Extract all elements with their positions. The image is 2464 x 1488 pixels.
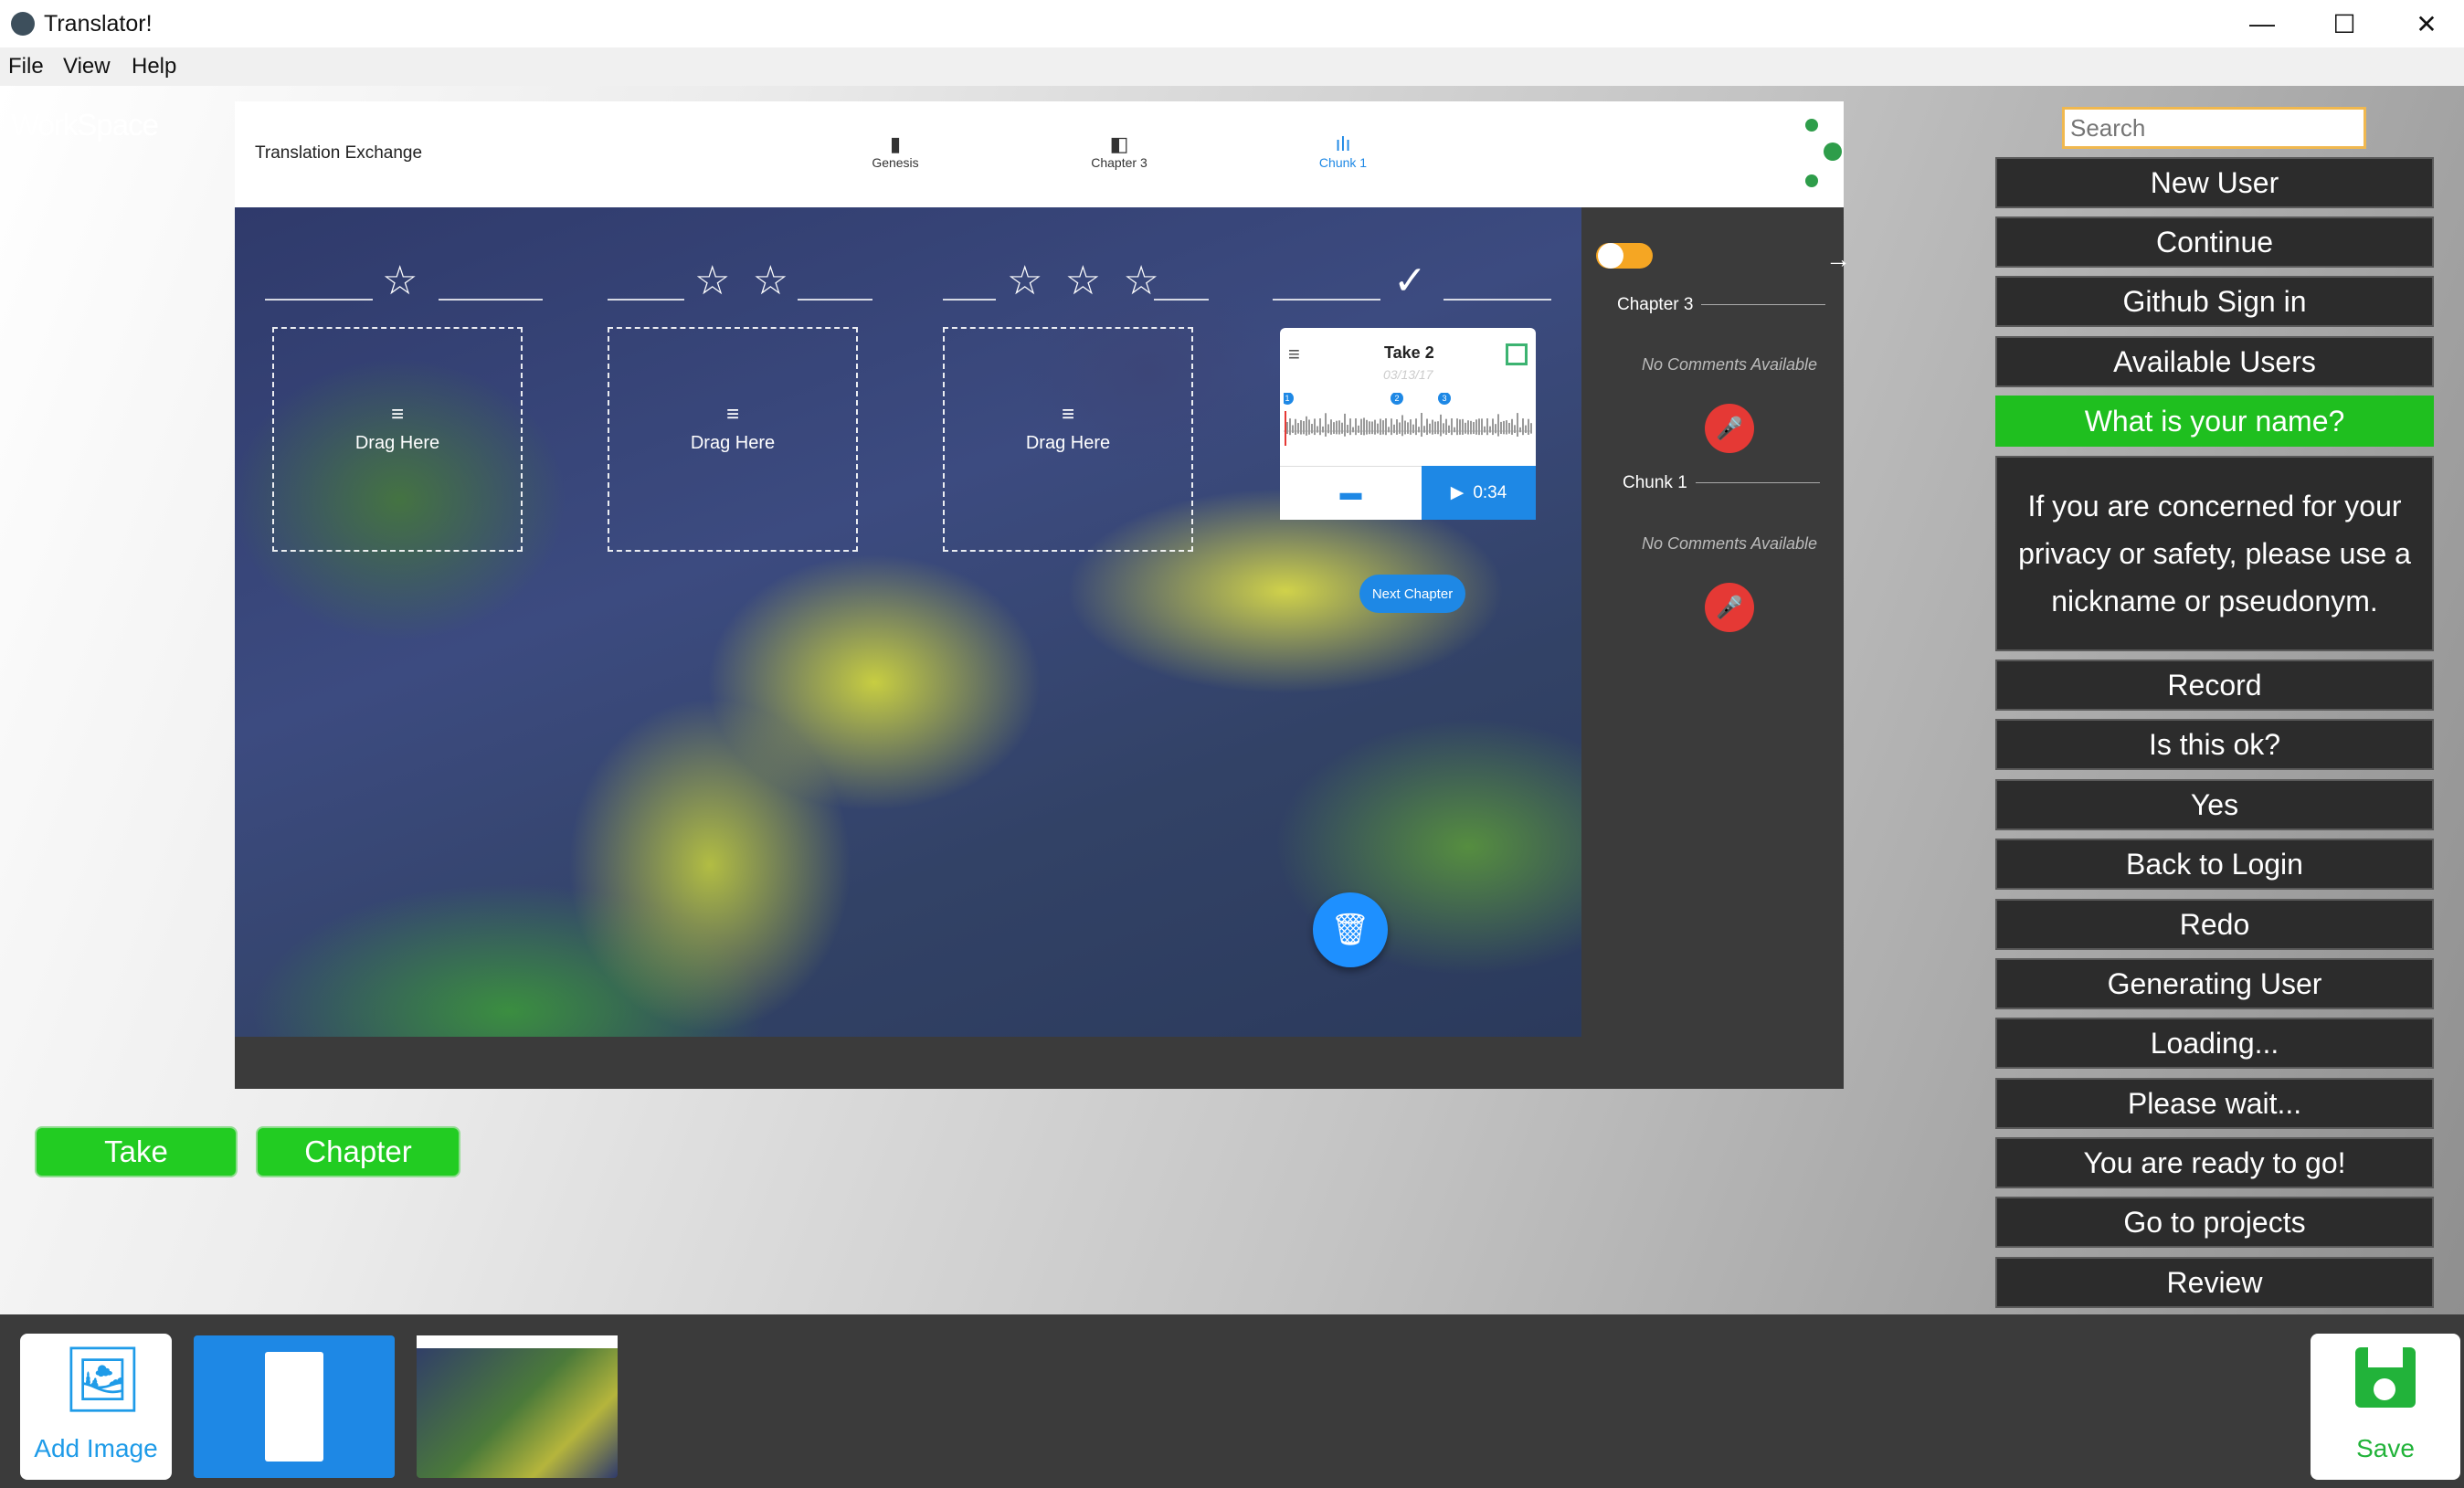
side-button[interactable]: Go to projects [1995,1197,2434,1248]
status-dot [1805,119,1818,132]
drop-label: Drag Here [354,433,440,453]
chapter-tag-button[interactable]: Chapter [256,1126,460,1177]
menu-help[interactable]: Help [132,54,176,79]
side-button[interactable]: Please wait... [1995,1078,2434,1129]
drop-zone-1[interactable]: ≡ Drag Here [272,327,523,552]
side-button[interactable]: Github Sign in [1995,276,2434,327]
divider [439,299,543,301]
save-label: Save [2356,1434,2415,1462]
next-chapter-button[interactable]: Next Chapter [1359,575,1465,613]
drag-handle-icon[interactable]: ≡ [1288,343,1300,366]
play-icon: ▶ [1450,483,1465,502]
side-button[interactable]: You are ready to go! [1995,1137,2434,1188]
divider [1696,482,1820,483]
side-button[interactable]: Record [1995,660,2434,711]
two-star-icon: ☆ ☆ [694,259,795,303]
workspace-title: WorkSpace [11,108,159,142]
marker-label: 1 [1285,394,1289,403]
side-button[interactable]: Continue [1995,216,2434,268]
save-icon [2355,1347,2416,1408]
side-button[interactable]: What is your name? [1995,396,2434,447]
thumbnail-content [265,1352,323,1462]
arrow-right-icon[interactable]: → [1825,245,1851,274]
drop-label: Drag Here [690,433,776,453]
crumb-chapter[interactable]: ◧ Chapter 3 [1055,132,1183,171]
duration: 0:34 [1473,482,1507,502]
drop-zone-2[interactable]: ≡ Drag Here [608,327,858,552]
menu-icon: ≡ [1061,402,1074,427]
side-button[interactable]: Loading... [1995,1018,2434,1069]
side-button[interactable]: Is this ok? [1995,719,2434,770]
three-star-icon: ☆ ☆ ☆ [1007,259,1165,303]
drop-zone-3[interactable]: ≡ Drag Here [943,327,1193,552]
divider [265,299,373,301]
status-dot [1805,174,1818,187]
menu-icon: ≡ [725,402,739,427]
qr-icon [1506,343,1528,365]
app-header [235,101,1844,207]
close-button[interactable]: ✕ [2390,5,2463,42]
divider [1701,304,1825,305]
book-icon: ▮ [889,132,902,155]
status-dot [1824,142,1842,161]
side-button[interactable]: If you are concerned for your privacy or… [1995,456,2434,651]
comment-button[interactable]: ▬ [1280,466,1422,520]
menu-file[interactable]: File [8,54,44,79]
crumb-chunk[interactable]: ılı Chunk 1 [1279,132,1407,171]
side-button[interactable]: Back to Login [1995,839,2434,890]
app-icon [11,12,35,36]
menu-icon: ≡ [390,402,404,427]
check-icon: ✓ [1393,259,1433,303]
add-image-icon: 🖼 [62,1344,143,1415]
side-button[interactable]: Generating User [1995,958,2434,1009]
search-input[interactable] [2062,107,2366,149]
side-button[interactable]: Redo [1995,899,2434,950]
add-image-label: Add Image [34,1434,158,1462]
microphone-icon[interactable]: 🎤 [1705,583,1754,632]
side-button[interactable]: Review [1995,1257,2434,1308]
divider [1273,299,1380,301]
chapter-icon: ◧ [1109,132,1129,155]
menu-bar [0,47,2464,86]
crumb-genesis[interactable]: ▮ Genesis [831,132,959,171]
play-button[interactable]: ▶ 0:34 [1422,466,1536,520]
menu-view[interactable]: View [63,54,111,79]
waveform[interactable]: 1 2 3 [1284,393,1532,448]
one-star-icon: ☆ [382,259,424,303]
thumbnail-content [417,1335,618,1348]
comment-section-label: Chunk 1 [1623,473,1687,492]
no-comments-text: No Comments Available [1641,355,1818,374]
divider [798,299,872,301]
drop-label: Drag Here [1025,433,1111,453]
window-title: Translator! [44,11,153,37]
divider [1444,299,1551,301]
microphone-icon[interactable]: 🎤 [1705,404,1754,453]
maximize-button[interactable]: ☐ [2308,5,2381,42]
comment-section-label: Chapter 3 [1617,295,1694,314]
take-tag-button[interactable]: Take [35,1126,238,1177]
trash-icon[interactable]: 🗑 [1313,892,1388,967]
side-button[interactable]: Yes [1995,779,2434,830]
marker-label: 3 [1442,394,1446,403]
side-button[interactable]: New User [1995,157,2434,208]
title-bar [0,0,2464,47]
take-title: Take 2 [1384,343,1434,362]
side-button[interactable]: Available Users [1995,336,2434,387]
image-thumbnail-2[interactable] [417,1335,618,1478]
comment-icon: ▬ [1339,480,1362,505]
take-date: 03/13/17 [1383,367,1433,382]
toggle-knob [1598,243,1623,269]
divider [608,299,684,301]
brand-title: Translation Exchange [255,143,423,163]
waveform-icon: ılı [1335,132,1351,155]
minimize-button[interactable]: — [2226,5,2299,42]
marker-label: 2 [1394,394,1399,403]
no-comments-text: No Comments Available [1641,534,1818,553]
divider [943,299,996,301]
